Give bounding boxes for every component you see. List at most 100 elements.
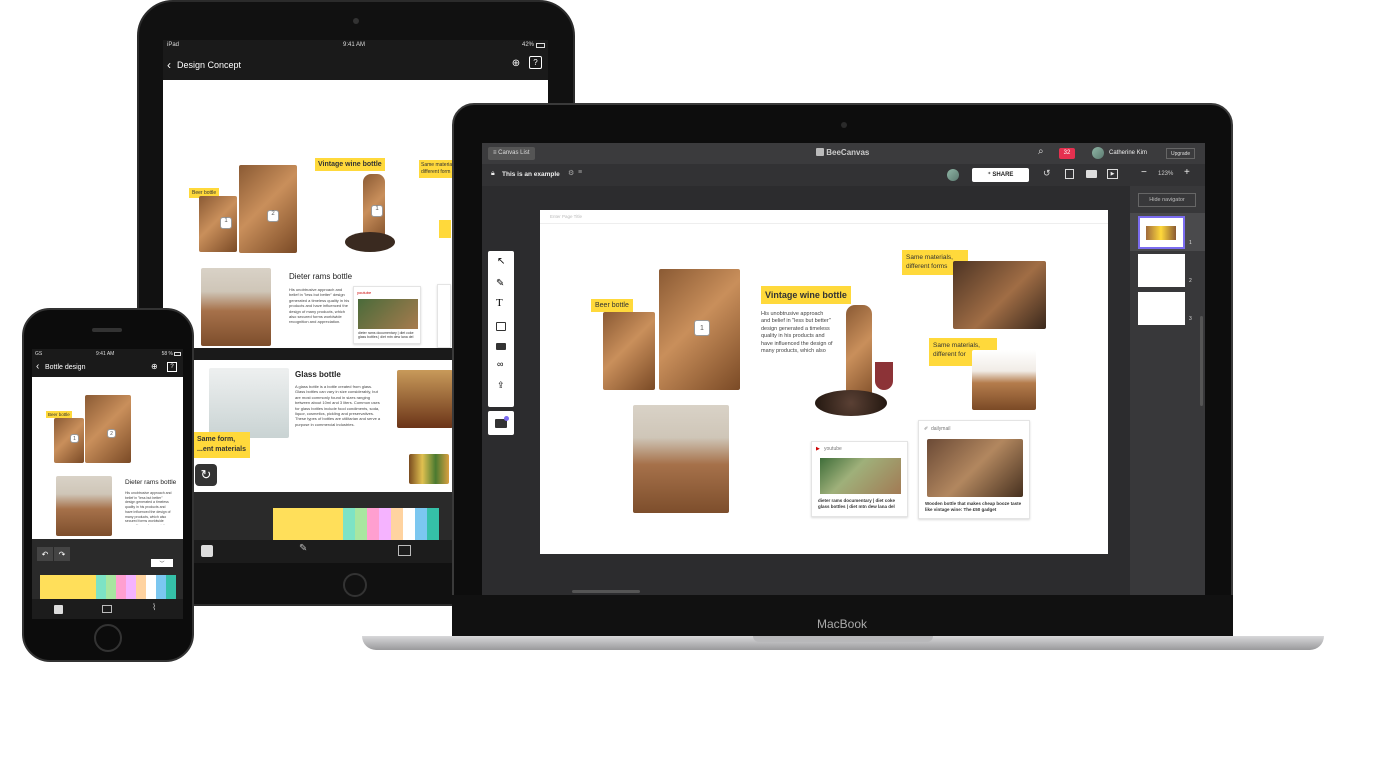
undo-icon[interactable]: ↶ <box>37 547 53 561</box>
palette-swatch[interactable] <box>355 508 367 540</box>
palette-swatch[interactable] <box>136 575 146 599</box>
dieter-title: Dieter rams bottle <box>125 479 177 486</box>
comment-badge-2[interactable]: 2 <box>107 429 116 438</box>
vintage-wine-tag[interactable]: Vintage wine bottle <box>315 158 385 171</box>
comment-icon[interactable] <box>496 343 506 350</box>
beer-bottle-tag[interactable]: Beer bottle <box>591 299 633 312</box>
navigator-scrollbar[interactable] <box>1200 316 1203 406</box>
grapes-photo <box>815 390 887 416</box>
phone-nav-bar: ‹ Bottle design ⊕ ? <box>32 359 183 377</box>
wood-bottle-dark-photo[interactable] <box>953 261 1046 329</box>
palette-swatch[interactable] <box>106 575 116 599</box>
comment-badge-3[interactable]: 1 <box>371 205 383 217</box>
ipad-home-button[interactable] <box>343 573 367 597</box>
sticky-note-yellow[interactable] <box>40 575 96 599</box>
palette-swatch[interactable] <box>427 508 439 540</box>
back-chevron-icon[interactable]: ‹ <box>167 58 171 72</box>
sticky-note-icon[interactable] <box>496 322 506 331</box>
nav-page-thumb-2[interactable] <box>1138 254 1185 287</box>
palette-swatch[interactable] <box>126 575 136 599</box>
sticky-note-yellow[interactable] <box>273 508 343 540</box>
dieter-bottles-photo[interactable] <box>56 476 112 536</box>
app-topbar: ≡ Canvas List BeeCanvas ⌕ 32 Catherine K… <box>482 143 1205 164</box>
history-icon[interactable]: ↺ <box>1043 168 1051 179</box>
zoom-out-button[interactable]: − <box>1141 167 1147 178</box>
wood-bottle-photo[interactable] <box>239 165 297 253</box>
dailymail-card[interactable]: ✐ dailymail Wooden bottle that makes che… <box>918 420 1030 519</box>
print-icon[interactable] <box>1086 170 1097 178</box>
brown-bottles-photo[interactable] <box>397 370 453 428</box>
upload-icon[interactable]: ⇪ <box>497 380 505 391</box>
help-icon[interactable]: ? <box>529 56 542 69</box>
collapse-chevron-icon[interactable]: ﹀ <box>151 559 173 567</box>
add-user-icon[interactable]: ⊕ <box>509 56 523 70</box>
palette-swatch[interactable] <box>391 508 403 540</box>
pen-icon[interactable]: ✎ <box>496 278 504 289</box>
nav-page-thumb-1[interactable] <box>1138 216 1185 249</box>
attachment-icon[interactable]: ⌇ <box>152 602 156 613</box>
page-title-field[interactable]: Enter Page Title <box>540 210 1108 224</box>
nav-page-thumb-3[interactable] <box>1138 292 1185 325</box>
horizontal-scrollbar[interactable] <box>572 590 640 593</box>
colored-bottles-photo[interactable] <box>409 454 449 484</box>
present-icon[interactable]: ▶ <box>1107 169 1118 179</box>
palette-swatch[interactable] <box>403 508 415 540</box>
pen-icon[interactable]: ✎ <box>299 543 307 554</box>
comment-badge-1[interactable]: 1 <box>70 434 79 443</box>
palette-swatch[interactable] <box>379 508 391 540</box>
palette-swatch[interactable] <box>146 575 156 599</box>
zoom-in-button[interactable]: + <box>1184 167 1190 178</box>
image-icon[interactable] <box>398 545 411 556</box>
list-icon[interactable]: ≡ <box>578 169 582 176</box>
vintage-wine-tag[interactable]: Vintage wine bottle <box>761 286 851 304</box>
add-user-icon[interactable]: ⊕ <box>151 362 158 371</box>
redo-icon[interactable]: ↷ <box>54 547 70 561</box>
link-icon[interactable]: ∞ <box>497 359 503 369</box>
note-icon[interactable] <box>54 605 63 614</box>
search-icon[interactable]: ⌕ <box>1038 146 1044 157</box>
upgrade-button[interactable]: Upgrade <box>1166 148 1196 159</box>
palette-swatch[interactable] <box>166 575 176 599</box>
youtube-card[interactable]: youtube dieter rams documentary | diet c… <box>353 286 421 344</box>
palette-swatch[interactable] <box>156 575 166 599</box>
user-name[interactable]: Catherine Kim <box>1109 150 1147 156</box>
palette-swatch[interactable] <box>96 575 106 599</box>
dieter-bottles-photo[interactable] <box>633 405 729 513</box>
cropped-card[interactable] <box>437 284 451 348</box>
select-arrow-icon[interactable]: ↖ <box>497 256 505 267</box>
palette-swatch[interactable] <box>415 508 427 540</box>
palette-swatch[interactable] <box>367 508 379 540</box>
image-icon[interactable] <box>102 605 112 613</box>
comment-badge-1[interactable]: 1 <box>220 217 232 229</box>
youtube-caption: dieter rams documentary | diet coke glas… <box>358 331 414 339</box>
folder-button[interactable] <box>488 411 514 435</box>
back-chevron-icon[interactable]: ‹ <box>36 361 39 372</box>
dieter-bottles-photo[interactable] <box>201 268 271 346</box>
comment-badge-2[interactable]: 2 <box>267 210 279 222</box>
beer-bottle-photo[interactable] <box>54 418 84 463</box>
note-icon[interactable] <box>201 545 213 557</box>
wooden-forms-photo[interactable] <box>972 350 1036 410</box>
palette-swatch[interactable] <box>343 508 355 540</box>
beer-bottle-photo[interactable] <box>603 312 655 390</box>
cropped-tag[interactable] <box>439 220 451 238</box>
notification-badge[interactable]: 32 <box>1059 148 1075 159</box>
canvas-list-button[interactable]: ≡ Canvas List <box>488 147 535 160</box>
youtube-card[interactable]: ▶ youtube dieter rams documentary | diet… <box>811 441 908 517</box>
phone-home-button[interactable] <box>94 624 122 652</box>
text-icon[interactable]: T <box>496 297 503 309</box>
help-icon[interactable]: ? <box>167 362 177 372</box>
collaborator-avatar[interactable] <box>947 169 959 181</box>
hide-navigator-button[interactable]: Hide navigator <box>1138 193 1196 207</box>
beer-bottle-tag[interactable]: Beer bottle <box>46 411 72 418</box>
share-button[interactable]: ⁺ SHARE <box>972 168 1029 182</box>
refresh-icon[interactable]: ↻ <box>195 464 217 486</box>
palette-swatch[interactable] <box>116 575 126 599</box>
comment-badge[interactable]: 1 <box>694 320 710 336</box>
laptop-screen: ≡ Canvas List BeeCanvas ⌕ 32 Catherine K… <box>482 143 1205 595</box>
export-icon[interactable] <box>1065 169 1074 179</box>
settings-icon[interactable]: ⚙ <box>568 169 574 177</box>
user-avatar[interactable] <box>1092 147 1104 159</box>
same-form-tag[interactable]: Same form, ...ent materials <box>193 432 251 458</box>
glass-bottles-photo[interactable] <box>209 368 289 438</box>
